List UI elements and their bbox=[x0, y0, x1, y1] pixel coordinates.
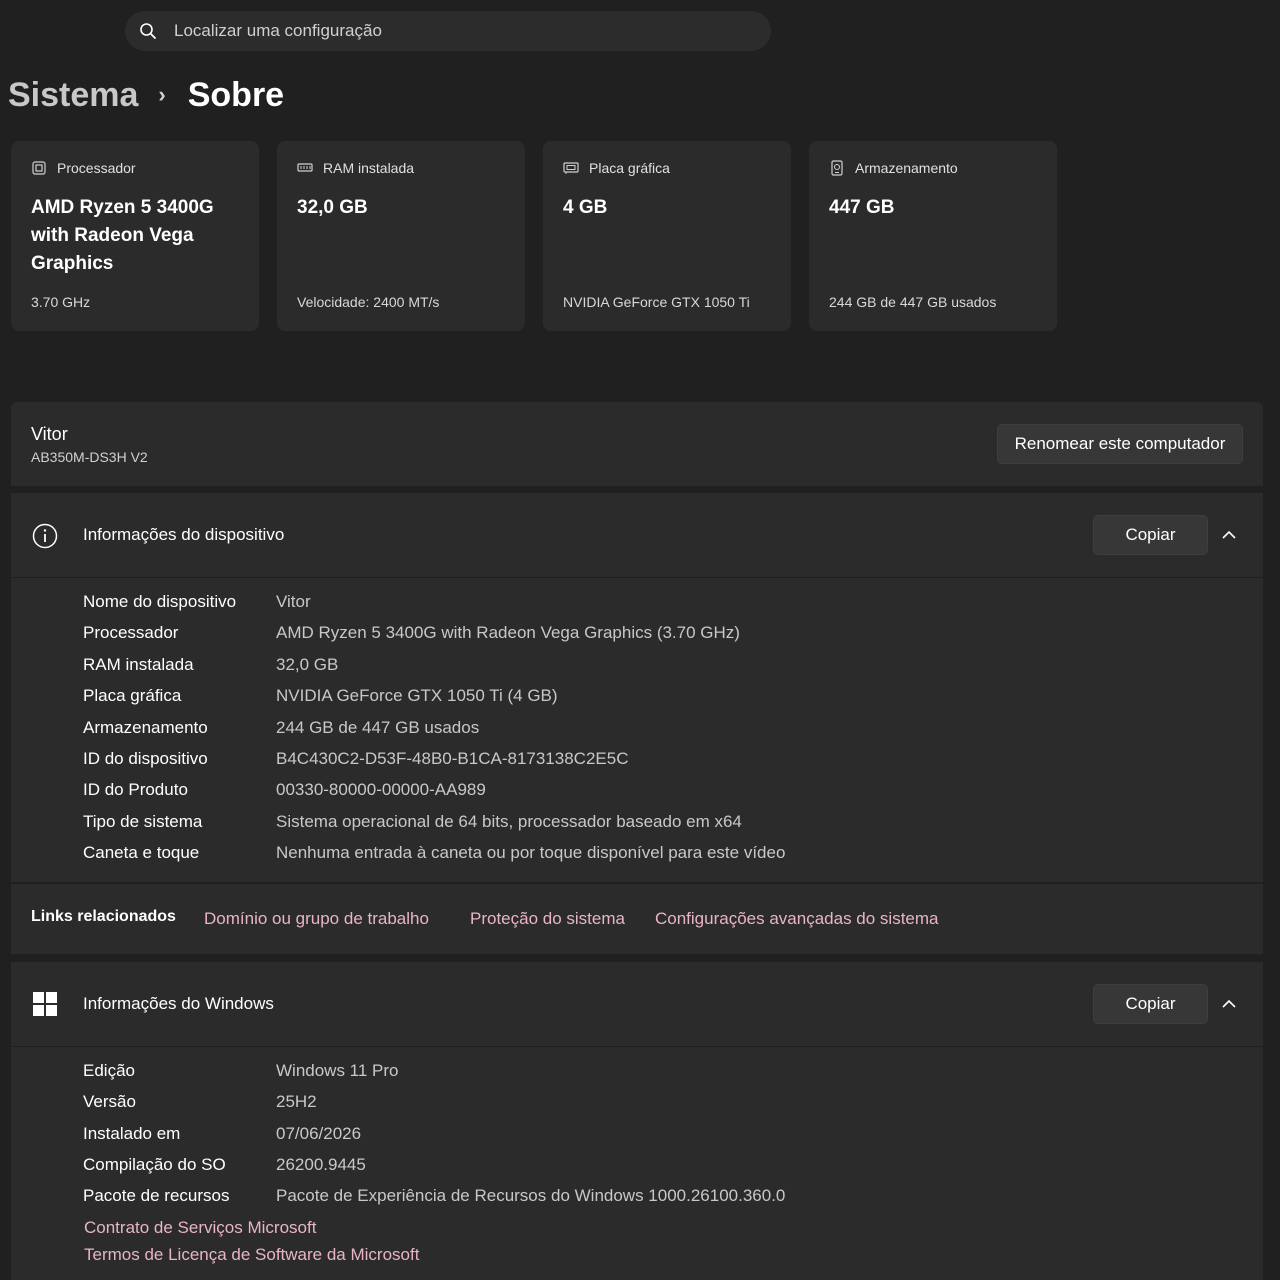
search-input[interactable] bbox=[174, 21, 734, 41]
page-title: Sobre bbox=[187, 75, 285, 114]
device-info-header[interactable]: Informações do dispositivo Copiar bbox=[11, 493, 1263, 577]
row-value: NVIDIA GeForce GTX 1050 Ti (4 GB) bbox=[276, 686, 558, 705]
device-row: Nome do dispositivo Vitor bbox=[83, 592, 311, 612]
spec-sub: Velocidade: 2400 MT/s bbox=[297, 294, 440, 310]
breadcrumb-parent[interactable]: Sistema bbox=[8, 76, 138, 115]
row-value: B4C430C2-D53F-48B0-B1CA-8173138C2E5C bbox=[276, 749, 629, 768]
row-value: 32,0 GB bbox=[276, 655, 339, 674]
row-key: Nome do dispositivo bbox=[83, 592, 237, 611]
device-row: Caneta e toque Nenhuma entrada à caneta … bbox=[83, 843, 785, 863]
device-row: Armazenamento 244 GB de 447 GB usados bbox=[83, 718, 479, 738]
row-key: Placa gráfica bbox=[83, 686, 182, 705]
row-value: Sistema operacional de 64 bits, processa… bbox=[276, 812, 742, 831]
search-box[interactable] bbox=[125, 11, 771, 51]
windows-row: Compilação do SO 26200.9445 bbox=[83, 1155, 366, 1175]
spec-card-processor: Processador AMD Ryzen 5 3400G with Radeo… bbox=[11, 141, 259, 331]
link-advanced-system-settings[interactable]: Configurações avançadas do sistema bbox=[655, 909, 939, 929]
gpu-icon bbox=[563, 162, 579, 174]
device-row: Processador AMD Ryzen 5 3400G with Radeo… bbox=[83, 623, 740, 643]
breadcrumb: Sistema › Sobre bbox=[8, 72, 284, 118]
device-row: ID do Produto 00330-80000-00000-AA989 bbox=[83, 780, 486, 800]
row-value: 26200.9445 bbox=[276, 1155, 366, 1174]
spec-card-ram: RAM instalada 32,0 GB Velocidade: 2400 M… bbox=[277, 141, 525, 331]
spec-label: Armazenamento bbox=[855, 160, 958, 176]
search-icon bbox=[140, 23, 156, 39]
row-key: RAM instalada bbox=[83, 655, 194, 674]
windows-info-body: Edição Windows 11 Pro Versão 25H2 Instal… bbox=[11, 1047, 1263, 1280]
row-value: 25H2 bbox=[276, 1092, 317, 1111]
spec-sub: 3.70 GHz bbox=[31, 294, 91, 310]
row-value: AMD Ryzen 5 3400G with Radeon Vega Graph… bbox=[276, 623, 740, 642]
spec-label: RAM instalada bbox=[323, 160, 415, 176]
row-key: Tipo de sistema bbox=[83, 812, 203, 831]
computer-name-panel: Vitor AB350M-DS3H V2 Renomear este compu… bbox=[11, 402, 1263, 486]
row-key: Edição bbox=[83, 1061, 135, 1080]
windows-row: Versão 25H2 bbox=[83, 1092, 317, 1112]
spec-value: 4 GB bbox=[563, 197, 608, 218]
row-key: Instalado em bbox=[83, 1124, 181, 1143]
row-value: Nenhuma entrada à caneta ou por toque di… bbox=[276, 843, 786, 862]
row-value: Windows 11 Pro bbox=[276, 1061, 399, 1080]
row-key: Processador bbox=[83, 623, 179, 642]
link-microsoft-software-license[interactable]: Termos de Licença de Software da Microso… bbox=[84, 1245, 419, 1265]
spec-label: Processador bbox=[57, 160, 136, 176]
row-value: 07/06/2026 bbox=[276, 1124, 362, 1143]
windows-info-header[interactable]: Informações do Windows Copiar bbox=[11, 962, 1263, 1046]
windows-info-title: Informações do Windows bbox=[83, 994, 274, 1013]
computer-name: Vitor bbox=[31, 424, 68, 444]
windows-row: Instalado em 07/06/2026 bbox=[83, 1124, 361, 1144]
link-domain-workgroup[interactable]: Domínio ou grupo de trabalho bbox=[204, 909, 429, 929]
row-key: Armazenamento bbox=[83, 718, 208, 737]
info-icon bbox=[32, 523, 58, 549]
link-system-protection[interactable]: Proteção do sistema bbox=[470, 909, 625, 929]
spec-sub: 244 GB de 447 GB usados bbox=[829, 294, 997, 310]
row-value: Vitor bbox=[276, 592, 311, 611]
breadcrumb-chevron-icon: › bbox=[158, 82, 166, 107]
chevron-up-icon[interactable] bbox=[1221, 996, 1237, 1012]
windows-row: Pacote de recursos Pacote de Experiência… bbox=[83, 1186, 785, 1206]
link-microsoft-services-agreement[interactable]: Contrato de Serviços Microsoft bbox=[84, 1218, 316, 1238]
processor-icon bbox=[32, 161, 46, 175]
copy-windows-info-button[interactable]: Copiar bbox=[1093, 984, 1208, 1024]
device-row: Tipo de sistema Sistema operacional de 6… bbox=[83, 812, 742, 832]
row-value: 00330-80000-00000-AA989 bbox=[276, 780, 486, 799]
spec-card-gpu: Placa gráfica 4 GB NVIDIA GeForce GTX 10… bbox=[543, 141, 791, 331]
spec-sub: NVIDIA GeForce GTX 1050 Ti bbox=[563, 294, 750, 310]
row-key: ID do dispositivo bbox=[83, 749, 208, 768]
row-key: ID do Produto bbox=[83, 780, 188, 799]
device-row: Placa gráfica NVIDIA GeForce GTX 1050 Ti… bbox=[83, 686, 558, 706]
spec-value: 32,0 GB bbox=[297, 197, 368, 218]
row-value: 244 GB de 447 GB usados bbox=[276, 718, 480, 737]
copy-device-info-button[interactable]: Copiar bbox=[1093, 515, 1208, 555]
ram-icon bbox=[297, 163, 313, 172]
row-key: Versão bbox=[83, 1092, 136, 1111]
related-links-row: Links relacionados Domínio ou grupo de t… bbox=[11, 884, 1263, 954]
spec-value: 447 GB bbox=[829, 197, 895, 218]
spec-value: AMD Ryzen 5 3400G with Radeon Vega Graph… bbox=[31, 197, 214, 274]
spec-label: Placa gráfica bbox=[589, 160, 670, 176]
related-links-label: Links relacionados bbox=[31, 908, 176, 925]
windows-logo-icon bbox=[33, 992, 57, 1016]
storage-icon bbox=[831, 160, 843, 176]
device-row: RAM instalada 32,0 GB bbox=[83, 655, 338, 675]
row-key: Pacote de recursos bbox=[83, 1186, 230, 1205]
rename-computer-button[interactable]: Renomear este computador bbox=[997, 424, 1243, 464]
spec-card-storage: Armazenamento 447 GB 244 GB de 447 GB us… bbox=[809, 141, 1057, 331]
computer-model: AB350M-DS3H V2 bbox=[31, 449, 148, 465]
device-row: ID do dispositivo B4C430C2-D53F-48B0-B1C… bbox=[83, 749, 628, 769]
row-value: Pacote de Experiência de Recursos do Win… bbox=[276, 1186, 786, 1205]
windows-row: Edição Windows 11 Pro bbox=[83, 1061, 399, 1081]
device-info-body: Nome do dispositivo Vitor Processador AM… bbox=[11, 578, 1263, 882]
chevron-up-icon[interactable] bbox=[1221, 527, 1237, 543]
device-info-title: Informações do dispositivo bbox=[83, 525, 285, 544]
row-key: Caneta e toque bbox=[83, 843, 200, 862]
row-key: Compilação do SO bbox=[83, 1155, 226, 1174]
